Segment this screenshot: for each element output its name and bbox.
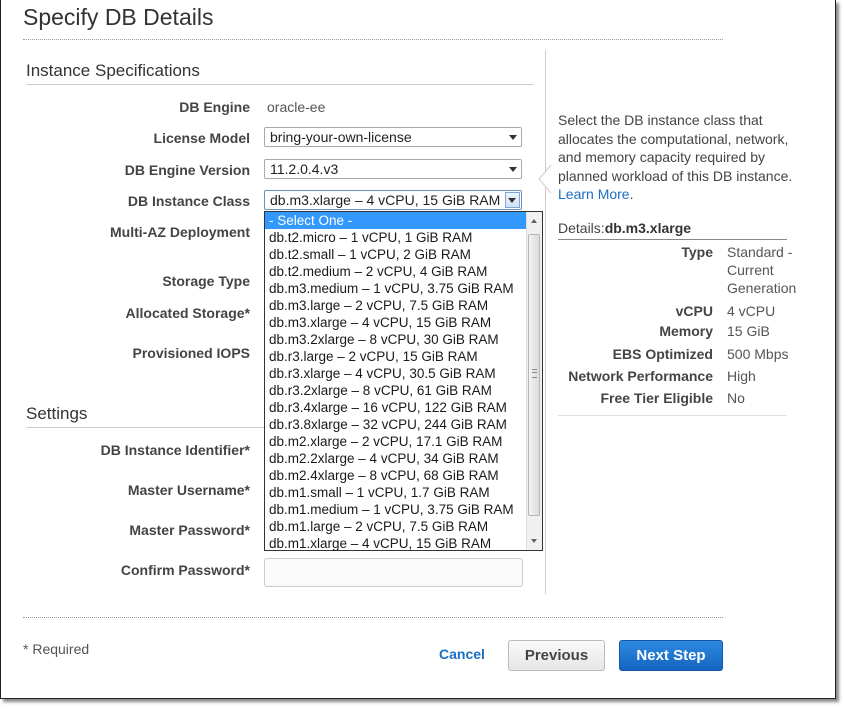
license-model-label: License Model [153,130,250,146]
details-vcpu-value: 4 vCPU [727,303,776,319]
scroll-down-icon[interactable] [531,539,537,543]
dropdown-option[interactable]: db.m1.large – 2 vCPU, 7.5 GiB RAM [265,518,527,535]
dropdown-toggle[interactable] [505,192,520,208]
details-bottom-divider [558,415,787,416]
dropdown-scrollbar[interactable] [526,212,542,550]
section-divider [26,84,534,85]
instance-class-label: DB Instance Class [127,193,250,209]
dropdown-option[interactable]: - Select One - [265,212,527,229]
dropdown-option[interactable]: db.r3.2xlarge – 8 vCPU, 61 GiB RAM [265,382,527,399]
details-network-label: Network Performance [568,368,713,384]
engine-version-value: 11.2.0.4.v3 [270,161,339,177]
dropdown-option[interactable]: db.m3.2xlarge – 8 vCPU, 30 GiB RAM [265,331,527,348]
dropdown-option[interactable]: db.m2.xlarge – 2 vCPU, 17.1 GiB RAM [265,433,527,450]
details-free-tier-value: No [727,390,745,406]
details-divider [558,239,787,240]
details-ebs-value: 500 Mbps [727,346,789,362]
allocated-storage-label: Allocated Storage* [125,305,250,321]
instance-class-value: db.m3.xlarge – 4 vCPU, 15 GiB RAM [270,192,501,208]
cancel-button[interactable]: Cancel [439,646,485,662]
instance-class-dropdown[interactable]: - Select One - db.t2.micro – 1 vCPU, 1 Gi… [264,211,543,551]
license-model-select[interactable]: bring-your-own-license [264,127,522,147]
details-type-value: Standard - Current Generation [727,244,797,296]
page-title: Specify DB Details [23,4,214,30]
footer-divider [23,617,723,618]
instance-class-options: - Select One - db.t2.micro – 1 vCPU, 1 Gi… [265,212,527,552]
dropdown-option[interactable]: db.r3.large – 2 vCPU, 15 GiB RAM [265,348,527,365]
required-note: * Required [23,641,90,657]
chevron-down-icon [509,167,517,172]
details-memory-label: Memory [659,323,713,339]
engine-version-select[interactable]: 11.2.0.4.v3 [264,159,522,179]
details-type-label: Type [681,244,713,260]
section-title-settings: Settings [26,404,88,423]
details-free-tier-label: Free Tier Eligible [600,390,713,406]
multi-az-label: Multi-AZ Deployment [110,224,250,240]
details-title: Details:db.m3.xlarge [558,220,691,236]
dropdown-option[interactable]: db.m1.medium – 1 vCPU, 3.75 GiB RAM [265,501,527,518]
dropdown-option[interactable]: db.m1.xlarge – 4 vCPU, 15 GiB RAM [265,535,527,552]
storage-type-label: Storage Type [162,273,250,289]
master-username-label: Master Username* [127,482,250,498]
help-description: Select the DB instance class that alloca… [558,112,793,184]
callout-arrow-icon [538,165,552,193]
page-frame: Specify DB Details Instance Specificatio… [0,0,836,699]
details-vcpu-label: vCPU [675,303,713,319]
details-ebs-label: EBS Optimized [612,346,713,362]
dropdown-option[interactable]: db.r3.8xlarge – 32 vCPU, 244 GiB RAM [265,416,527,433]
title-divider [23,39,723,40]
grip-icon [532,369,537,378]
help-panel-divider [545,50,546,594]
confirm-password-input[interactable] [264,558,523,587]
previous-button[interactable]: Previous [508,640,605,671]
instance-identifier-label: DB Instance Identifier* [100,442,250,458]
dropdown-option[interactable]: db.m1.small – 1 vCPU, 1.7 GiB RAM [265,484,527,501]
chevron-down-icon [509,135,517,140]
dropdown-option[interactable]: db.r3.4xlarge – 16 vCPU, 122 GiB RAM [265,399,527,416]
engine-version-label: DB Engine Version [124,162,250,178]
details-title-prefix: Details: [558,220,605,236]
db-engine-value: oracle-ee [267,99,326,115]
dropdown-option[interactable]: db.t2.micro – 1 vCPU, 1 GiB RAM [265,229,527,246]
dropdown-option[interactable]: db.m2.2xlarge – 4 vCPU, 34 GiB RAM [265,450,527,467]
confirm-password-label: Confirm Password* [120,562,250,578]
db-engine-label: DB Engine [179,99,250,115]
dropdown-option[interactable]: db.m3.large – 2 vCPU, 7.5 GiB RAM [265,297,527,314]
dropdown-option[interactable]: db.t2.small – 1 vCPU, 2 GiB RAM [265,246,527,263]
dropdown-option[interactable]: db.m2.4xlarge – 8 vCPU, 68 GiB RAM [265,467,527,484]
help-link-suffix: . [629,186,634,203]
instance-class-select[interactable]: db.m3.xlarge – 4 vCPU, 15 GiB RAM [264,190,522,210]
details-title-class: db.m3.xlarge [604,220,692,236]
dropdown-option[interactable]: db.r3.xlarge – 4 vCPU, 30.5 GiB RAM [265,365,527,382]
license-model-value: bring-your-own-license [270,129,412,145]
dropdown-option[interactable]: db.t2.medium – 2 vCPU, 4 GiB RAM [265,263,527,280]
dropdown-option[interactable]: db.m3.xlarge – 4 vCPU, 15 GiB RAM [265,314,527,331]
details-memory-value: 15 GiB [727,323,770,339]
scroll-up-icon[interactable] [531,219,537,223]
learn-more-link[interactable]: Learn More [558,186,630,202]
chevron-down-icon [508,198,516,203]
dropdown-option[interactable]: db.m3.medium – 1 vCPU, 3.75 GiB RAM [265,280,527,297]
master-password-label: Master Password* [129,522,250,538]
help-text: Select the DB instance class that alloca… [558,111,793,204]
details-network-value: High [727,368,756,384]
provisioned-iops-label: Provisioned IOPS [132,345,250,361]
next-step-button[interactable]: Next Step [619,640,723,671]
section-title-instance-specs: Instance Specifications [26,61,200,80]
scrollbar-thumb[interactable] [528,234,540,516]
